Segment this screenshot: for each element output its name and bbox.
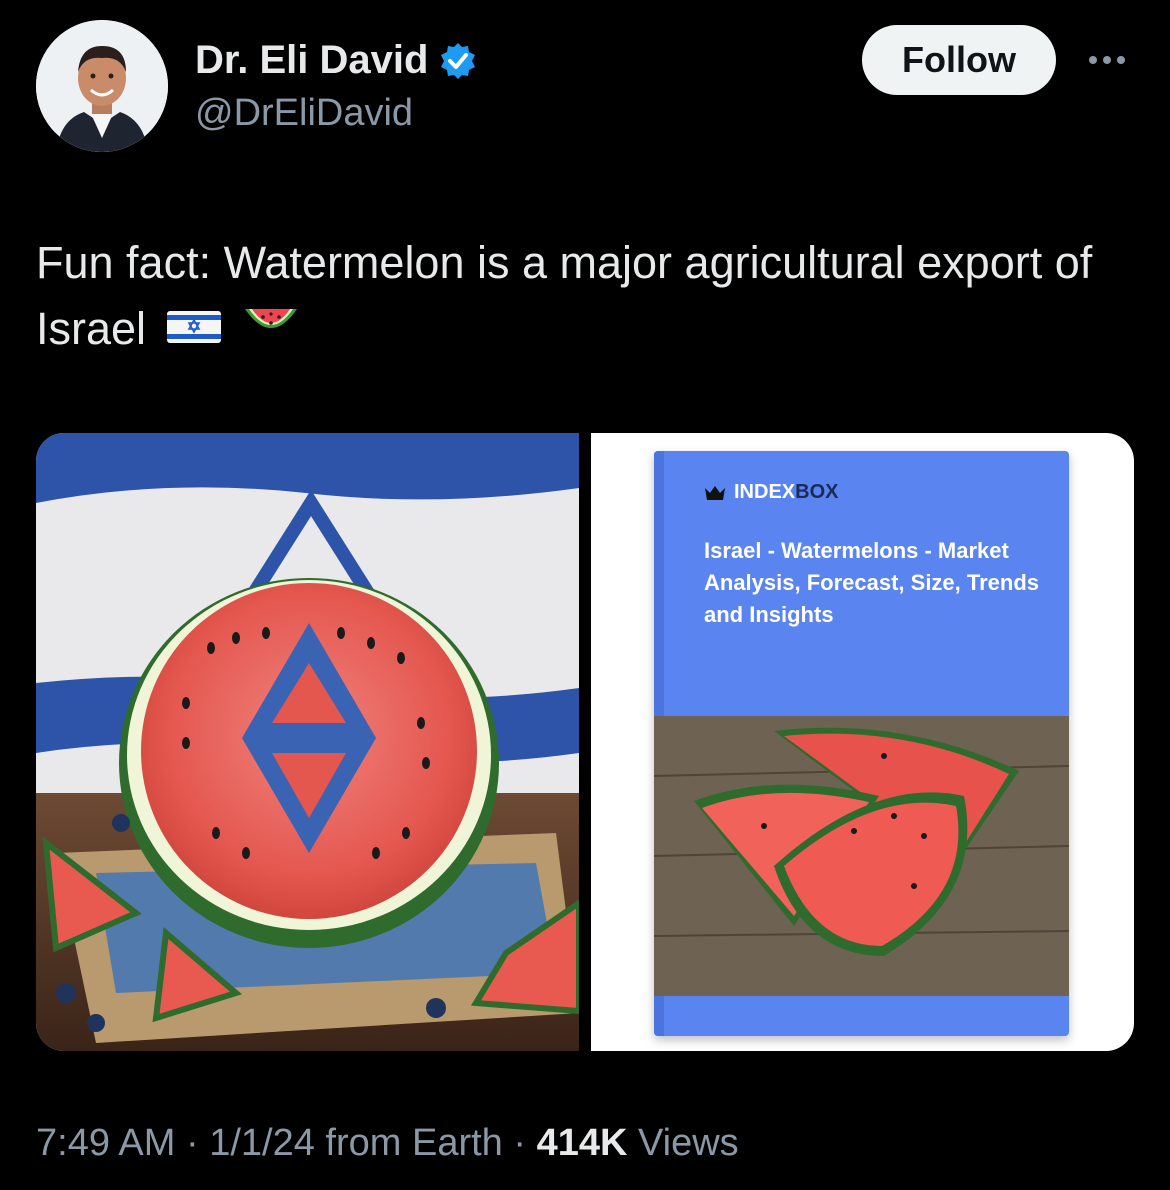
indexbox-logo: INDEXBOX	[704, 481, 838, 504]
media-image-right[interactable]: INDEXBOX Israel - Watermelons - Market A…	[591, 433, 1134, 1051]
verified-badge-icon[interactable]	[438, 41, 478, 81]
tweet-header: Dr. Eli David @DrEliDavid Follow	[0, 0, 1170, 180]
israel-flag-emoji	[165, 299, 223, 365]
brand-box: BOX	[795, 481, 839, 503]
author-handle[interactable]: @DrEliDavid	[195, 92, 413, 135]
meta-separator: ·	[175, 1122, 210, 1164]
crown-icon	[705, 485, 725, 500]
report-cover: INDEXBOX Israel - Watermelons - Market A…	[654, 451, 1069, 1036]
tweet-text: Fun fact: Watermelon is a major agricult…	[36, 230, 1136, 365]
views-label[interactable]: Views	[627, 1122, 739, 1164]
views-count[interactable]: 414K	[537, 1122, 628, 1164]
brand-index: INDEX	[734, 481, 796, 503]
tweet-meta: 7:49 AM · 1/1/24 from Earth · 414K Views	[36, 1122, 739, 1165]
tweet-source: from Earth	[314, 1122, 503, 1164]
watermelon-slices-photo	[654, 716, 1069, 996]
tweet-date[interactable]: 1/1/24	[209, 1122, 315, 1164]
report-title: Israel - Watermelons - Market Analysis, …	[704, 538, 1040, 627]
media-image-left[interactable]	[36, 433, 579, 1051]
author-name-row[interactable]: Dr. Eli David	[195, 38, 478, 83]
avatar-photo	[36, 20, 168, 152]
tweet-time[interactable]: 7:49 AM	[36, 1122, 175, 1164]
display-name[interactable]: Dr. Eli David	[195, 38, 428, 83]
meta-separator: ·	[502, 1122, 537, 1164]
media-grid[interactable]: INDEXBOX Israel - Watermelons - Market A…	[36, 433, 1134, 1051]
follow-button[interactable]: Follow	[862, 25, 1056, 95]
watermelon-emoji	[241, 299, 301, 365]
flag-watermelon-illustration	[36, 433, 579, 1051]
avatar[interactable]	[36, 20, 168, 152]
more-horizontal-icon[interactable]	[1083, 40, 1131, 80]
